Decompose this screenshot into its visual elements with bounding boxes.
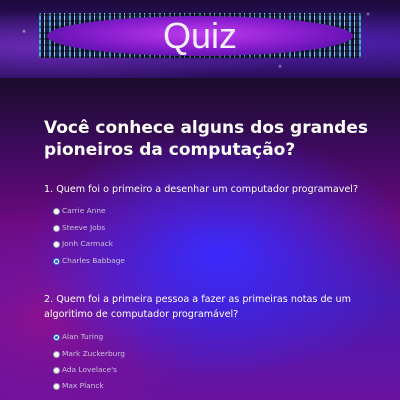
option-label: Mark Zuckerburg <box>62 349 125 358</box>
option-label: Steeve Jobs <box>62 223 106 232</box>
radio-button[interactable] <box>53 224 60 232</box>
question-2-option-3[interactable]: Ada Lovelace's <box>53 364 117 376</box>
question-2-option-2[interactable]: Mark Zuckerburg <box>53 348 125 360</box>
option-label: Jonh Carmack <box>62 239 114 248</box>
option-label: Ada Lovelace's <box>62 365 117 374</box>
radio-button-selected[interactable] <box>53 257 60 265</box>
option-label: Carrie Anne <box>62 206 106 215</box>
radio-button[interactable] <box>53 240 60 248</box>
option-label: Charles Babbage <box>62 256 125 265</box>
radio-button[interactable] <box>53 207 60 215</box>
page-title: Quiz <box>162 15 238 56</box>
question-2-option-1[interactable]: Alan Turing <box>53 331 103 343</box>
question-1-option-2[interactable]: Steeve Jobs <box>53 222 105 234</box>
option-label: Alan Turing <box>62 332 104 341</box>
radio-button[interactable] <box>53 366 60 374</box>
question-1-option-3[interactable]: Jonh Carmack <box>53 238 113 250</box>
question-1-text: 1. Quem foi o primeiro a desenhar um com… <box>44 184 359 195</box>
question-1-option-4[interactable]: Charles Babbage <box>53 255 125 267</box>
question-2-option-4[interactable]: Max Planck <box>53 380 104 392</box>
radio-button[interactable] <box>53 350 60 358</box>
radio-button[interactable] <box>53 382 60 390</box>
question-2-text: 2. Quem foi a primeira pessoa a fazer as… <box>44 294 351 320</box>
option-label: Max Planck <box>62 381 104 390</box>
radio-button-selected[interactable] <box>53 333 60 341</box>
question-1-option-1[interactable]: Carrie Anne <box>53 205 106 217</box>
header-banner-background: Quiz <box>0 0 400 78</box>
quiz-heading: Você conhece alguns dos grandes pioneiro… <box>44 118 368 160</box>
